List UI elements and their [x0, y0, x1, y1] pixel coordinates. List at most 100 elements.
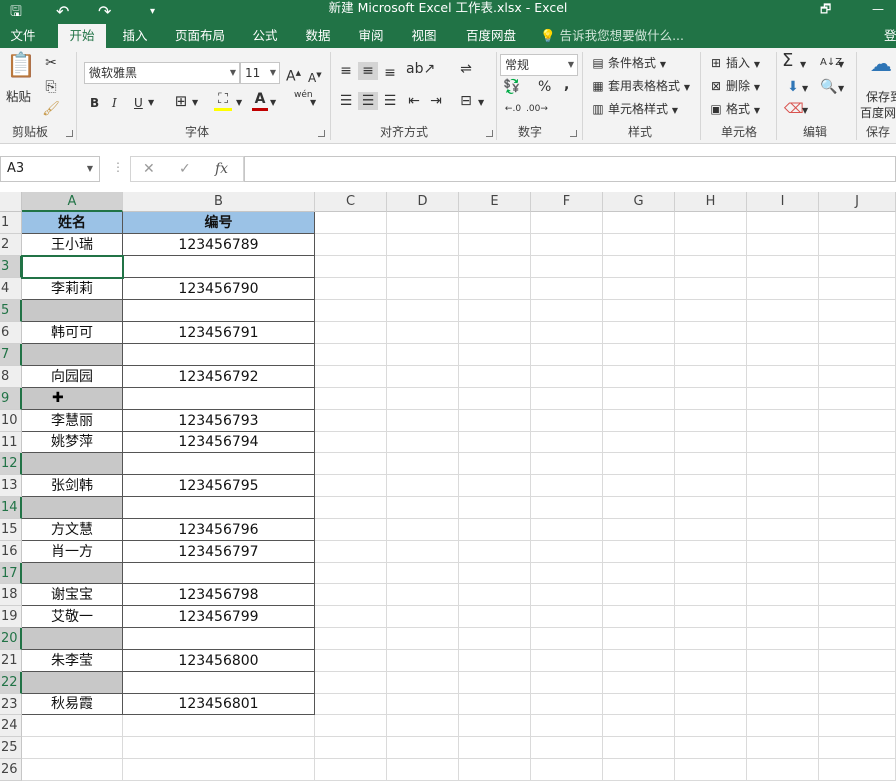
cell-c17[interactable] [315, 563, 387, 584]
cell-d8[interactable] [387, 366, 459, 388]
chevron-down-icon[interactable]: ▼ [148, 94, 154, 112]
align-bottom-icon[interactable]: ≡ [380, 64, 400, 82]
column-header-c[interactable]: C [315, 192, 387, 212]
cell-e23[interactable] [459, 694, 531, 715]
cell-e20[interactable] [459, 628, 531, 650]
cell-h20[interactable] [675, 628, 747, 650]
cell-a14[interactable] [22, 497, 123, 519]
cell-a2[interactable]: 王小瑞 [22, 234, 123, 256]
cut-icon[interactable]: ✂ [40, 54, 62, 72]
row-header-6[interactable]: 6 [0, 322, 22, 344]
cell-h8[interactable] [675, 366, 747, 388]
cell-e9[interactable] [459, 388, 531, 410]
paste-button[interactable]: 粘贴 [6, 88, 31, 106]
chevron-down-icon[interactable]: ▼ [838, 80, 844, 98]
tab-data[interactable]: 数据 [297, 24, 339, 48]
cell-g4[interactable] [603, 278, 675, 300]
find-select-icon[interactable]: 🔍 [820, 78, 838, 96]
cell-b17[interactable] [123, 563, 315, 584]
chevron-down-icon[interactable]: ▼ [310, 94, 316, 112]
cell-b13[interactable]: 123456795 [123, 475, 315, 497]
column-header-a[interactable]: A [22, 192, 123, 212]
cell-j7[interactable] [819, 344, 896, 366]
chevron-down-icon[interactable]: ▼ [192, 94, 198, 112]
cell-a4[interactable]: 李莉莉 [22, 278, 123, 300]
row-header-10[interactable]: 10 [0, 410, 22, 432]
tab-home[interactable]: 开始 [58, 24, 106, 48]
cell-h25[interactable] [675, 737, 747, 759]
ribbon-display-icon[interactable]: 🗗 [820, 0, 831, 20]
cell-h5[interactable] [675, 300, 747, 322]
column-header-i[interactable]: I [747, 192, 819, 212]
underline-button[interactable]: U [134, 94, 143, 112]
cell-i10[interactable] [747, 410, 819, 432]
cell-j18[interactable] [819, 584, 896, 606]
chevron-down-icon[interactable]: ▼ [838, 56, 844, 74]
fill-color-icon[interactable]: ⛶ [214, 90, 232, 111]
cell-a12[interactable] [22, 453, 123, 475]
cell-j14[interactable] [819, 497, 896, 519]
cell-d5[interactable] [387, 300, 459, 322]
cell-c14[interactable] [315, 497, 387, 519]
cell-i18[interactable] [747, 584, 819, 606]
cell-f20[interactable] [531, 628, 603, 650]
row-header-9[interactable]: 9 [0, 388, 22, 410]
chevron-down-icon[interactable]: ▼ [802, 80, 808, 98]
cell-b26[interactable] [123, 759, 315, 781]
cell-d14[interactable] [387, 497, 459, 519]
number-launcher-icon[interactable] [570, 130, 577, 137]
cell-c8[interactable] [315, 366, 387, 388]
cell-i20[interactable] [747, 628, 819, 650]
cell-h16[interactable] [675, 541, 747, 563]
cell-j15[interactable] [819, 519, 896, 541]
cell-j8[interactable] [819, 366, 896, 388]
cell-f26[interactable] [531, 759, 603, 781]
chevron-down-icon[interactable]: ▼ [270, 94, 276, 112]
cell-g7[interactable] [603, 344, 675, 366]
minimize-icon[interactable]: — [872, 0, 884, 20]
cell-a18[interactable]: 谢宝宝 [22, 584, 123, 606]
cell-j10[interactable] [819, 410, 896, 432]
cell-b18[interactable]: 123456798 [123, 584, 315, 606]
cell-b22[interactable] [123, 672, 315, 694]
borders-icon[interactable]: ⊞ [172, 92, 190, 110]
font-name-select[interactable]: 微软雅黑 ▼ [84, 62, 240, 84]
cell-e14[interactable] [459, 497, 531, 519]
fill-icon[interactable]: ⬇ [784, 78, 802, 96]
cell-c1[interactable] [315, 212, 387, 234]
row-header-11[interactable]: 11 [0, 432, 22, 453]
row-header-20[interactable]: 20 [0, 628, 22, 650]
cell-b16[interactable]: 123456797 [123, 541, 315, 563]
cell-f23[interactable] [531, 694, 603, 715]
column-header-e[interactable]: E [459, 192, 531, 212]
cell-a25[interactable] [22, 737, 123, 759]
cell-a22[interactable] [22, 672, 123, 694]
cell-j13[interactable] [819, 475, 896, 497]
cell-c24[interactable] [315, 715, 387, 737]
cell-j5[interactable] [819, 300, 896, 322]
cell-h23[interactable] [675, 694, 747, 715]
cell-j24[interactable] [819, 715, 896, 737]
cell-e18[interactable] [459, 584, 531, 606]
increase-indent-icon[interactable]: ⇥ [426, 92, 446, 110]
cell-c22[interactable] [315, 672, 387, 694]
cell-a21[interactable]: 朱李莹 [22, 650, 123, 672]
cell-a5[interactable] [22, 300, 123, 322]
cell-a16[interactable]: 肖一方 [22, 541, 123, 563]
row-header-24[interactable]: 24 [0, 715, 22, 737]
cell-i11[interactable] [747, 432, 819, 453]
cell-styles-button[interactable]: 单元格样式 ▼ [608, 100, 678, 120]
cell-i6[interactable] [747, 322, 819, 344]
cell-f2[interactable] [531, 234, 603, 256]
conditional-format-button[interactable]: 条件格式 ▼ [608, 54, 666, 74]
wrap-text-icon[interactable]: ⇌ [456, 60, 476, 78]
row-header-5[interactable]: 5 [0, 300, 22, 322]
currency-icon[interactable]: 💱 [502, 78, 522, 96]
cell-i5[interactable] [747, 300, 819, 322]
cell-b1[interactable]: 编号 [123, 212, 315, 234]
cell-h3[interactable] [675, 256, 747, 278]
italic-button[interactable]: I [112, 94, 117, 112]
cell-g21[interactable] [603, 650, 675, 672]
cell-b5[interactable] [123, 300, 315, 322]
cell-g1[interactable] [603, 212, 675, 234]
